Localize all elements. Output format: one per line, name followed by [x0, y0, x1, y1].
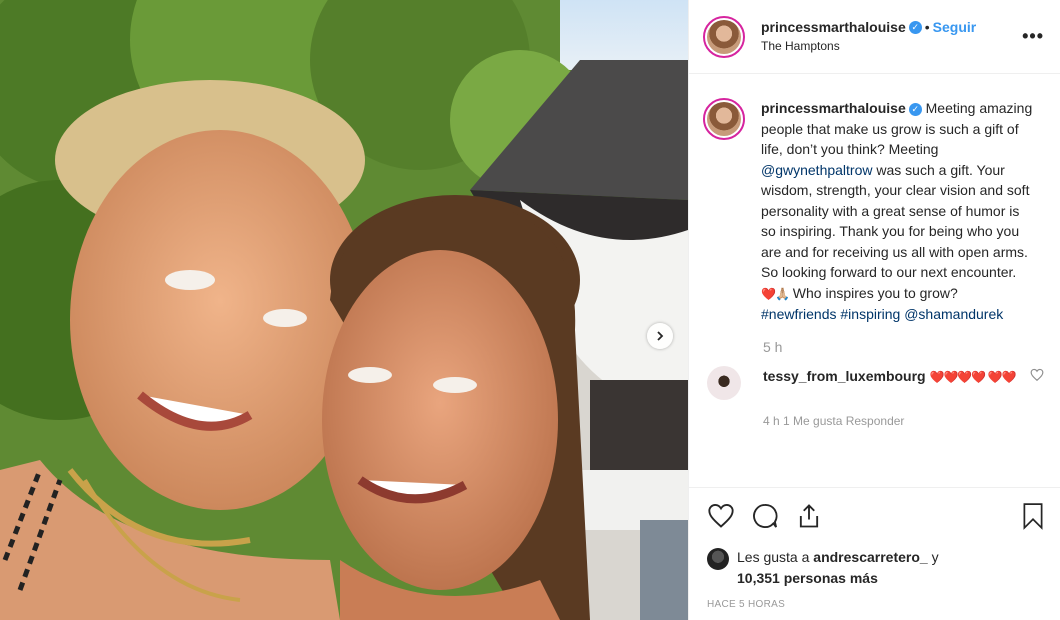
likes-count[interactable]: 10,351 personas más	[737, 570, 878, 586]
comment-item: tessy_from_luxembourg ❤️❤️❤️❤️ ❤️❤️	[703, 365, 1044, 400]
likes-prefix: Les gusta a	[737, 549, 814, 565]
comment-text: tessy_from_luxembourg ❤️❤️❤️❤️ ❤️❤️	[763, 366, 1030, 400]
likes-and: y	[927, 549, 939, 565]
action-bar	[689, 487, 1060, 543]
liker-avatar[interactable]	[707, 548, 729, 570]
instagram-post: princessmarthalouise ✓ • Seguir The Hampton…	[0, 0, 1060, 620]
heart-outline-icon[interactable]	[707, 502, 735, 530]
post-sidebar: princessmarthalouise ✓ • Seguir The Hampton…	[688, 0, 1060, 620]
caption: princessmarthalouise ✓ Meeting amazing pe…	[703, 98, 1044, 325]
heart-outline-icon[interactable]	[1030, 368, 1044, 382]
bookmark-icon[interactable]	[1020, 502, 1046, 530]
commenter-username[interactable]: tessy_from_luxembourg	[763, 368, 926, 384]
hashtag-link[interactable]: #inspiring	[840, 306, 900, 322]
mention-link[interactable]: @shamandurek	[904, 306, 1003, 322]
verified-badge-icon: ✓	[908, 102, 922, 116]
next-photo-button[interactable]	[647, 323, 673, 349]
verified-badge-icon: ✓	[908, 20, 922, 34]
author-avatar[interactable]	[703, 15, 745, 58]
comments-section: princessmarthalouise ✓ Meeting amazing pe…	[689, 74, 1060, 487]
comment-meta: 4 h 1 Me gusta Responder	[763, 413, 905, 428]
commenter-avatar[interactable]	[707, 365, 741, 400]
comment-body: ❤️❤️❤️❤️ ❤️❤️	[929, 369, 1017, 384]
caption-body-3: Who inspires you to grow?	[788, 284, 958, 301]
mention-link[interactable]: @gwynethpaltrow	[761, 162, 873, 178]
post-photo[interactable]	[0, 0, 688, 620]
photo-image	[0, 0, 688, 620]
chevron-right-icon	[657, 331, 664, 341]
caption-text: princessmarthalouise ✓ Meeting amazing pe…	[761, 98, 1033, 325]
share-icon[interactable]	[795, 502, 823, 530]
author-username[interactable]: princessmarthalouise	[761, 19, 906, 35]
comment-bubble-icon[interactable]	[751, 502, 779, 530]
likes-summary: Les gusta a andrescarretero_ y 10,351 pe…	[689, 543, 1060, 589]
emoji: ❤️🙏🏼	[761, 286, 790, 301]
post-header: princessmarthalouise ✓ • Seguir The Hampton…	[689, 0, 1060, 74]
separator-dot: •	[924, 18, 930, 35]
caption-avatar[interactable]	[703, 98, 745, 140]
liker-username[interactable]: andrescarretero_	[813, 549, 927, 565]
more-options-icon[interactable]: •••	[1022, 26, 1044, 47]
caption-body-2: was such a gift. Your wisdom, strength, …	[761, 161, 1030, 281]
caption-time[interactable]: 5 h	[763, 339, 1044, 355]
hashtag-link[interactable]: #newfriends	[761, 306, 837, 322]
post-location[interactable]: The Hamptons	[761, 37, 1022, 56]
post-timestamp[interactable]: HACE 5 HORAS	[689, 589, 1060, 620]
caption-username[interactable]: princessmarthalouise	[761, 100, 906, 116]
follow-button[interactable]: Seguir	[933, 19, 977, 35]
